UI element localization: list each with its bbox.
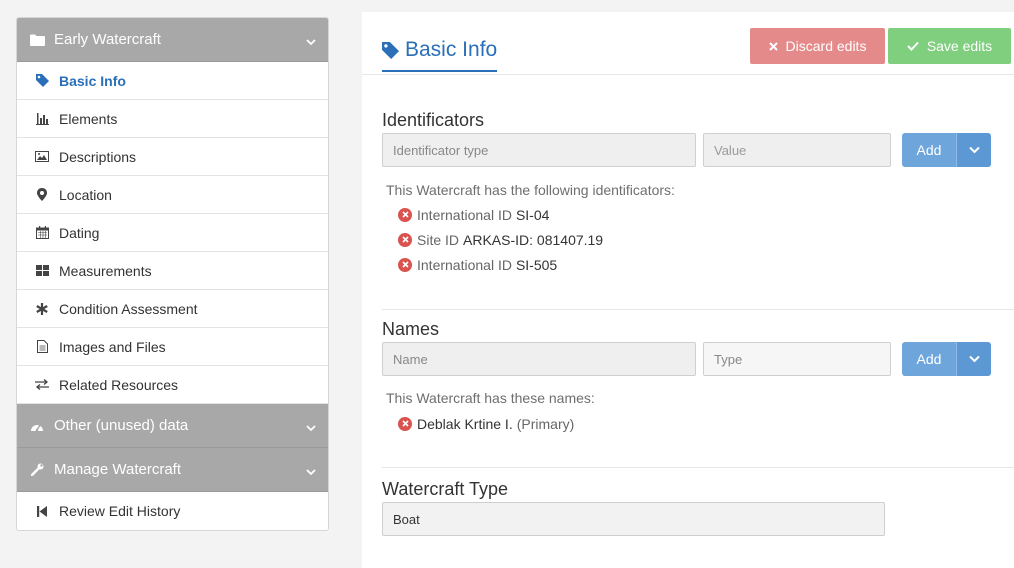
sidebar-section-label: Other (unused) data [54, 417, 189, 434]
close-icon [768, 41, 778, 51]
tab-label: Basic Info [405, 38, 498, 61]
sidebar-section-label: Early Watercraft [54, 31, 161, 48]
name-value: Deblak Krtine I. [417, 415, 513, 432]
add-identificator-button[interactable]: Add [902, 133, 991, 167]
check-icon [907, 41, 919, 51]
chevron-down-icon[interactable] [957, 342, 991, 376]
sidebar-item-location[interactable]: Location [17, 176, 328, 214]
header-divider [362, 74, 1014, 75]
remove-icon[interactable] [398, 416, 412, 431]
identificator-value: SI-505 [515, 256, 558, 273]
chevron-down-icon [306, 419, 316, 436]
tab-basic-info[interactable]: Basic Info [382, 38, 498, 72]
save-edits-button[interactable]: Save edits [888, 28, 1011, 64]
sidebar-item-images-and-files[interactable]: Images and Files [17, 328, 328, 366]
identificators-info: This Watercraft has the following identi… [386, 182, 675, 198]
chevron-down-icon [306, 463, 316, 480]
sidebar-section-label: Manage Watercraft [54, 461, 181, 478]
sidebar-item-label: Review Edit History [59, 503, 181, 519]
identificator-label: International ID [417, 206, 512, 223]
sidebar-item-label: Descriptions [59, 148, 137, 165]
sidebar-item-label: Measurements [59, 262, 152, 279]
discard-edits-label: Discard edits [785, 38, 867, 54]
watercraft-type-field[interactable]: Boat [382, 502, 885, 536]
sidebar-item-review-edit-history[interactable]: Review Edit History [17, 492, 328, 530]
name-input[interactable]: Name [382, 342, 696, 376]
identificator-value-input[interactable]: Value [703, 133, 891, 167]
identificator-value: ARKAS-ID: 081407.19 [463, 231, 604, 248]
sidebar-item-related-resources[interactable]: Related Resources [17, 366, 328, 404]
list-item: Site ID ARKAS-ID: 081407.19 [398, 227, 603, 252]
bar-chart-icon [35, 112, 49, 125]
discard-edits-button[interactable]: Discard edits [750, 28, 885, 64]
map-marker-icon [35, 188, 49, 201]
watercraft-type-title: Watercraft Type [382, 479, 509, 499]
dashboard-icon [29, 420, 45, 432]
names-list: Deblak Krtine I. (Primary) [398, 411, 574, 436]
name-tag: (Primary) [516, 415, 575, 432]
image-icon [35, 151, 49, 162]
sidebar-item-label: Location [59, 186, 112, 203]
step-backward-icon [35, 505, 49, 517]
save-edits-label: Save edits [926, 38, 993, 54]
remove-icon[interactable] [398, 257, 412, 272]
section-divider [382, 309, 1014, 310]
sidebar-item-label: Dating [59, 224, 100, 241]
remove-icon[interactable] [398, 207, 412, 222]
sidebar-section-manage-watercraft[interactable]: Manage Watercraft [17, 448, 328, 492]
list-item: International ID SI-04 [398, 202, 603, 227]
identificators-list: International ID SI-04 Site ID ARKAS-ID:… [398, 202, 603, 277]
tag-icon [382, 41, 399, 59]
grid-icon [35, 265, 49, 276]
sidebar-item-descriptions[interactable]: Descriptions [17, 138, 328, 176]
sidebar-item-label: Related Resources [59, 376, 179, 393]
sidebar-section-other-data[interactable]: Other (unused) data [17, 404, 328, 448]
add-name-button[interactable]: Add [902, 342, 991, 376]
tag-icon [35, 74, 49, 87]
list-item: International ID SI-505 [398, 252, 603, 277]
sidebar-section-early-watercraft[interactable]: Early Watercraft [17, 18, 328, 62]
name-type-input[interactable]: Type [703, 342, 891, 376]
file-icon [35, 340, 49, 353]
identificator-label: International ID [417, 256, 512, 273]
identificators-title: Identificators [382, 110, 485, 130]
sidebar-item-label: Images and Files [59, 338, 166, 355]
identificator-type-input[interactable]: Identificator type [382, 133, 696, 167]
identificator-label: Site ID [417, 231, 460, 248]
sidebar-item-elements[interactable]: Elements [17, 100, 328, 138]
exchange-icon [35, 379, 49, 390]
sidebar-item-label: Condition Assessment [59, 300, 198, 317]
sidebar-item-condition-assessment[interactable]: Condition Assessment [17, 290, 328, 328]
wrench-icon [29, 463, 45, 476]
sidebar-item-dating[interactable]: Dating [17, 214, 328, 252]
chevron-down-icon[interactable] [957, 133, 991, 167]
remove-icon[interactable] [398, 232, 412, 247]
section-divider [382, 467, 1014, 468]
sidebar-item-label: Elements [59, 110, 118, 127]
names-title: Names [382, 319, 440, 339]
sidebar-item-measurements[interactable]: Measurements [17, 252, 328, 290]
chevron-down-icon [306, 33, 316, 50]
main-panel: Basic Info Discard edits Save edits Iden… [362, 12, 1014, 568]
calendar-icon [35, 226, 49, 239]
identificator-value: SI-04 [515, 206, 550, 223]
sidebar: Early Watercraft Basic Info Elements Des… [16, 17, 329, 531]
add-label: Add [902, 133, 957, 167]
sidebar-item-label: Basic Info [59, 72, 126, 89]
add-label: Add [902, 342, 957, 376]
names-info: This Watercraft has these names: [386, 390, 595, 406]
list-item: Deblak Krtine I. (Primary) [398, 411, 574, 436]
sidebar-item-basic-info[interactable]: Basic Info [17, 62, 328, 100]
asterisk-icon [35, 302, 49, 315]
folder-icon [29, 34, 45, 46]
